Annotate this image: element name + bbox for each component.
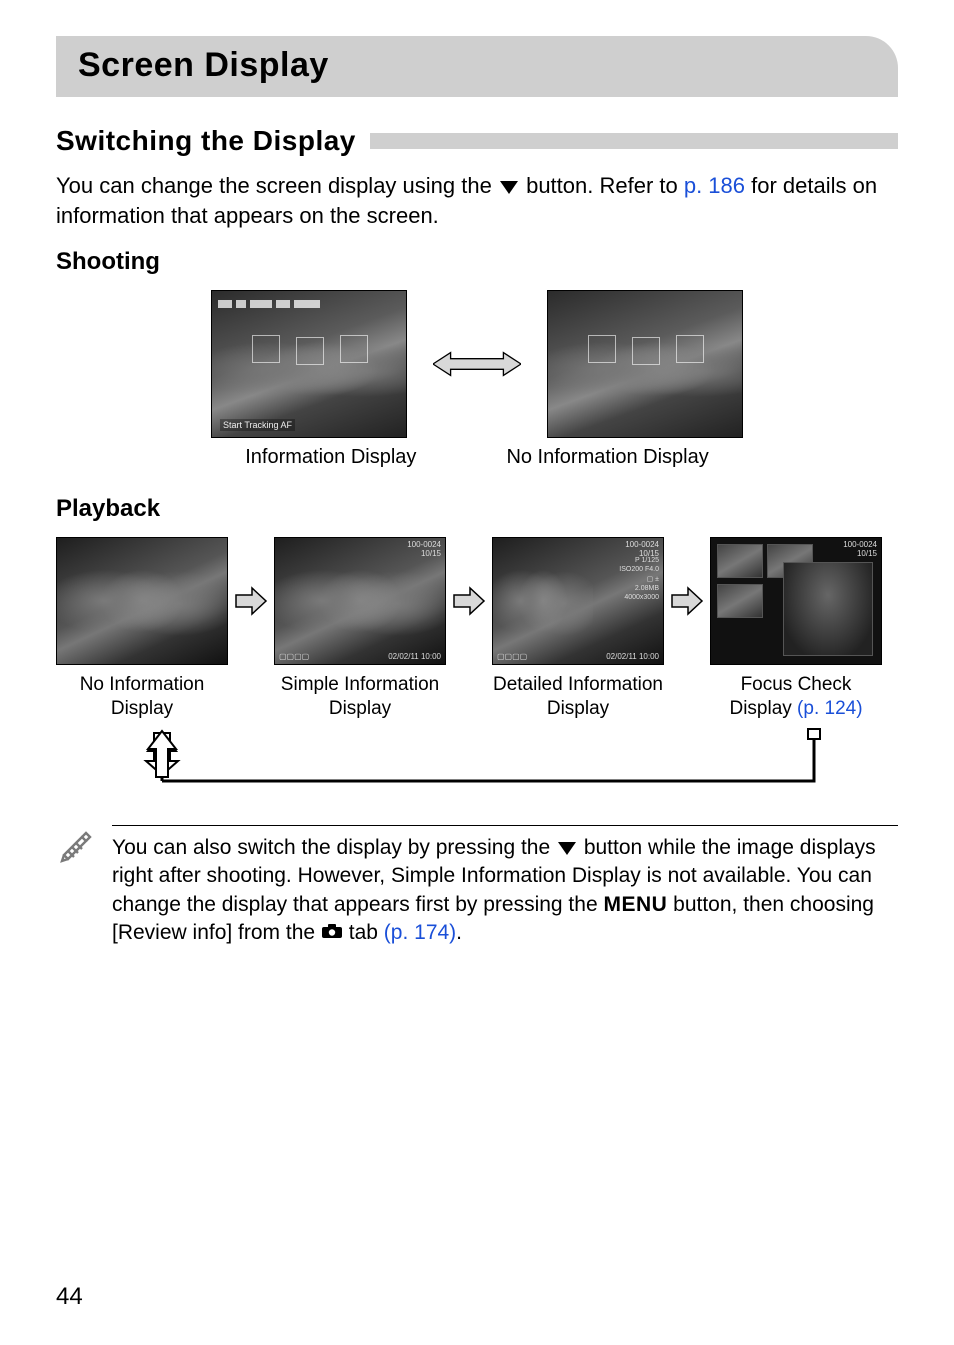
- menu-label-icon: MENU: [603, 893, 667, 916]
- shooting-captions: Information Display No Information Displ…: [56, 446, 898, 469]
- playback-caption-2: Detailed Information Display: [492, 673, 664, 721]
- page-title: Screen Display: [78, 46, 876, 85]
- shooting-thumb-noinfo: [547, 290, 743, 438]
- down-button-icon: [500, 181, 518, 194]
- playback-caption-1: Simple Information Display: [274, 673, 446, 721]
- shooting-caption-left: Information Display: [245, 446, 416, 469]
- playback-caption-0: No Information Display: [56, 673, 228, 721]
- cap-line1: Focus Check: [741, 674, 852, 695]
- right-arrow-icon: [234, 586, 268, 616]
- thumb-overlay-text: P 1/125ISO200 F4.0▢ ±2.08MB4000x3000: [619, 556, 659, 601]
- cap-line2: Display: [729, 698, 797, 719]
- playback-thumb-noinfo: [56, 537, 228, 665]
- note-pre: You can also switch the display by press…: [112, 836, 556, 859]
- intro-pre: You can change the screen display using …: [56, 173, 498, 198]
- af-frame-icon: [676, 335, 704, 363]
- playback-captions-row: No Information Display Simple Informatio…: [56, 673, 898, 721]
- playback-figure: 100-002410/15 ▢▢▢▢02/02/11 10:00 100-002…: [56, 537, 898, 665]
- cap-line2: Display: [111, 698, 173, 719]
- note-block: You can also switch the display by press…: [56, 825, 898, 948]
- intro-paragraph: You can change the screen display using …: [56, 171, 898, 230]
- thumb-overlay-text: ▢▢▢▢02/02/11 10:00: [279, 652, 441, 661]
- thumb-people-silhouette: [493, 538, 593, 664]
- shooting-figure: Start Tracking AF: [56, 290, 898, 438]
- down-button-icon: [558, 842, 576, 855]
- thumb-overlay-text: 100-002410/15: [407, 541, 441, 559]
- caption-spacer: [452, 673, 486, 721]
- playback-heading: Playback: [56, 495, 898, 523]
- cap-line1: No Information: [80, 674, 205, 695]
- note-end: .: [456, 921, 462, 944]
- playback-thumb-focus: 100-002410/15: [710, 537, 882, 665]
- focus-zoom-thumb: [783, 562, 873, 656]
- caption-spacer: [234, 673, 268, 721]
- pencil-note-icon: [56, 825, 96, 870]
- af-frame-icon: [340, 335, 368, 363]
- heading-rule: [370, 133, 898, 149]
- note-text: You can also switch the display by press…: [112, 825, 898, 948]
- cap-line2: Display: [329, 698, 391, 719]
- thumb-overlay-text: ▢▢▢▢02/02/11 10:00: [497, 652, 659, 661]
- thumb-people-silhouette: [57, 538, 227, 664]
- loopback-arrow: [56, 727, 898, 799]
- cap-line1: Simple Information: [281, 674, 439, 695]
- page-number: 44: [56, 1283, 83, 1311]
- right-arrow-icon: [452, 586, 486, 616]
- camera-tab-icon: [321, 919, 343, 947]
- thumb-overlay-label: Start Tracking AF: [220, 419, 295, 431]
- shooting-heading: Shooting: [56, 248, 898, 276]
- page-title-band: Screen Display: [56, 36, 898, 97]
- af-frame-icon: [296, 337, 324, 365]
- caption-spacer: [670, 673, 704, 721]
- playback-thumb-simple: 100-002410/15 ▢▢▢▢02/02/11 10:00: [274, 537, 446, 665]
- note-post: tab: [349, 921, 384, 944]
- af-frame-icon: [632, 337, 660, 365]
- cap-line1: Detailed Information: [493, 674, 663, 695]
- af-frame-icon: [588, 335, 616, 363]
- section-heading: Switching the Display: [56, 125, 356, 157]
- playback-thumb-detailed: 100-002410/15 P 1/125ISO200 F4.0▢ ±2.08M…: [492, 537, 664, 665]
- focus-check-page-link[interactable]: (p. 124): [797, 698, 862, 719]
- cap-line2: Display: [547, 698, 609, 719]
- double-arrow-icon: [433, 349, 521, 379]
- af-frame-icon: [252, 335, 280, 363]
- thumb-top-overlay: [218, 295, 400, 307]
- shooting-thumb-info: Start Tracking AF: [211, 290, 407, 438]
- note-page-link[interactable]: (p. 174): [384, 921, 456, 944]
- right-arrow-icon: [670, 586, 704, 616]
- intro-mid: button. Refer to: [526, 173, 684, 198]
- thumb-overlay-text: 100-002410/15: [843, 541, 877, 559]
- shooting-caption-right: No Information Display: [506, 446, 708, 469]
- intro-page-link[interactable]: p. 186: [684, 173, 745, 198]
- focus-mini-thumb: [717, 544, 763, 578]
- playback-caption-3: Focus Check Display (p. 124): [710, 673, 882, 721]
- focus-mini-thumb: [717, 584, 763, 618]
- section-heading-row: Switching the Display: [56, 125, 898, 157]
